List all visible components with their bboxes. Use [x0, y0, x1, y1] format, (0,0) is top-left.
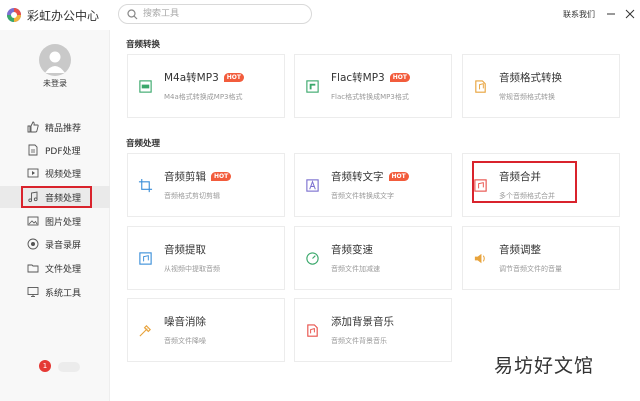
volume-icon: [474, 253, 485, 264]
music-note-icon: [28, 191, 38, 203]
bottom-toggle[interactable]: [58, 362, 80, 372]
card-desc: 音频文件转换成文字: [331, 192, 394, 200]
hot-badge: HOT: [211, 172, 232, 181]
close-icon[interactable]: [624, 8, 636, 20]
sidebar-item-pdf[interactable]: PDF处理: [0, 139, 110, 161]
hot-badge: HOT: [223, 73, 244, 82]
monitor-icon: [27, 287, 39, 297]
search-box[interactable]: [118, 4, 312, 24]
audio-format-icon: [475, 80, 486, 93]
card-desc: 音频文件加减速: [331, 265, 380, 273]
card-title: 噪音消除: [164, 316, 206, 328]
sidebar-item-label: 图片处理: [45, 218, 82, 228]
card-desc: Flac格式转换成MP3格式: [331, 93, 409, 101]
card-desc: 从视频中提取音频: [164, 265, 220, 273]
card-flac-to-mp3[interactable]: Flac转MP3 HOT Flac格式转换成MP3格式: [294, 54, 452, 118]
card-audio-format[interactable]: 音频格式转换 常规音频格式转换: [462, 54, 620, 118]
card-desc: 常规音频格式转换: [499, 93, 555, 101]
login-status[interactable]: 未登录: [0, 78, 110, 89]
card-title: 音频调整: [499, 244, 541, 256]
card-audio-speed[interactable]: 音频变速 音频文件加减速: [294, 226, 452, 290]
sidebar-item-image[interactable]: 图片处理: [0, 210, 110, 232]
flac-convert-icon: [306, 80, 319, 93]
card-volume-adjust[interactable]: 音频调整 调节音频文件的音量: [462, 226, 620, 290]
card-audio-extract[interactable]: 音频提取 从视频中提取音频: [127, 226, 285, 290]
sidebar: 未登录 精品推荐 PDF处理 视频处理 音频处理 图片处理 录音录屏 文件处理 …: [0, 30, 110, 401]
card-highlight-box: [472, 161, 577, 203]
app-title: 彩虹办公中心: [27, 9, 100, 23]
section-title-audio-convert: 音频转换: [126, 40, 161, 50]
sidebar-item-label: 文件处理: [45, 265, 82, 275]
card-desc: M4a格式转换成MP3格式: [164, 93, 243, 101]
watermark: 易坊好文馆: [494, 355, 595, 377]
sidebar-item-system[interactable]: 系统工具: [0, 281, 110, 303]
card-title: 添加背景音乐: [331, 316, 394, 328]
sidebar-item-label: PDF处理: [45, 147, 81, 157]
search-input[interactable]: [143, 7, 303, 21]
sidebar-item-label: 音频处理: [45, 194, 82, 204]
m4a-convert-icon: [139, 80, 152, 93]
card-title: 音频提取: [164, 244, 206, 256]
app-logo-icon: [7, 8, 21, 22]
sidebar-item-recommended[interactable]: 精品推荐: [0, 116, 110, 138]
sidebar-item-file[interactable]: 文件处理: [0, 257, 110, 279]
audio-to-text-icon: [306, 179, 319, 192]
card-desc: 音频文件降噪: [164, 337, 206, 345]
card-title: 音频格式转换: [499, 72, 562, 84]
card-audio-to-text[interactable]: 音频转文字 HOT 音频文件转换成文字: [294, 153, 452, 217]
noise-reduction-icon: [139, 325, 151, 337]
sidebar-item-record[interactable]: 录音录屏: [0, 233, 110, 255]
card-title: 音频变速: [331, 244, 373, 256]
user-icon: [45, 51, 65, 73]
section-title-audio-process: 音频处理: [126, 139, 161, 149]
audio-extract-icon: [139, 252, 152, 265]
search-icon: [127, 9, 138, 20]
notification-badge[interactable]: 1: [39, 360, 51, 372]
avatar[interactable]: [39, 44, 71, 76]
thumbs-up-icon: [27, 121, 39, 133]
sidebar-item-label: 精品推荐: [45, 124, 82, 134]
card-desc: 调节音频文件的音量: [499, 265, 562, 273]
sidebar-item-audio[interactable]: 音频处理: [0, 186, 110, 208]
bg-music-icon: [307, 324, 318, 337]
card-audio-cut[interactable]: 音频剪辑 HOT 音频格式剪切剪辑: [127, 153, 285, 217]
card-desc: 音频文件背景音乐: [331, 337, 387, 345]
sidebar-item-video[interactable]: 视频处理: [0, 162, 110, 184]
card-title: M4a转MP3 HOT: [164, 70, 244, 85]
record-icon: [27, 238, 39, 250]
hot-badge: HOT: [388, 172, 409, 181]
sidebar-item-label: 录音录屏: [45, 241, 82, 251]
card-m4a-to-mp3[interactable]: M4a转MP3 HOT M4a格式转换成MP3格式: [127, 54, 285, 118]
card-noise-reduction[interactable]: 噪音消除 音频文件降噪: [127, 298, 285, 362]
image-icon: [27, 216, 39, 226]
card-title: 音频转文字 HOT: [331, 169, 409, 184]
card-title: Flac转MP3 HOT: [331, 70, 410, 85]
minimize-icon[interactable]: [605, 8, 617, 20]
card-title: 音频剪辑 HOT: [164, 169, 232, 184]
card-add-bg-music[interactable]: 添加背景音乐 音频文件背景音乐: [294, 298, 452, 362]
audio-cut-icon: [138, 178, 153, 193]
sidebar-item-label: 系统工具: [45, 289, 82, 299]
hot-badge: HOT: [389, 73, 410, 82]
card-desc: 音频格式剪切剪辑: [164, 192, 220, 200]
title-bar: 彩虹办公中心 联系我们: [0, 0, 640, 30]
video-icon: [27, 168, 39, 178]
contact-us-link[interactable]: 联系我们: [563, 9, 595, 20]
audio-speed-icon: [306, 252, 319, 265]
pdf-icon: [28, 144, 38, 156]
folder-icon: [27, 264, 39, 273]
sidebar-item-label: 视频处理: [45, 170, 82, 180]
